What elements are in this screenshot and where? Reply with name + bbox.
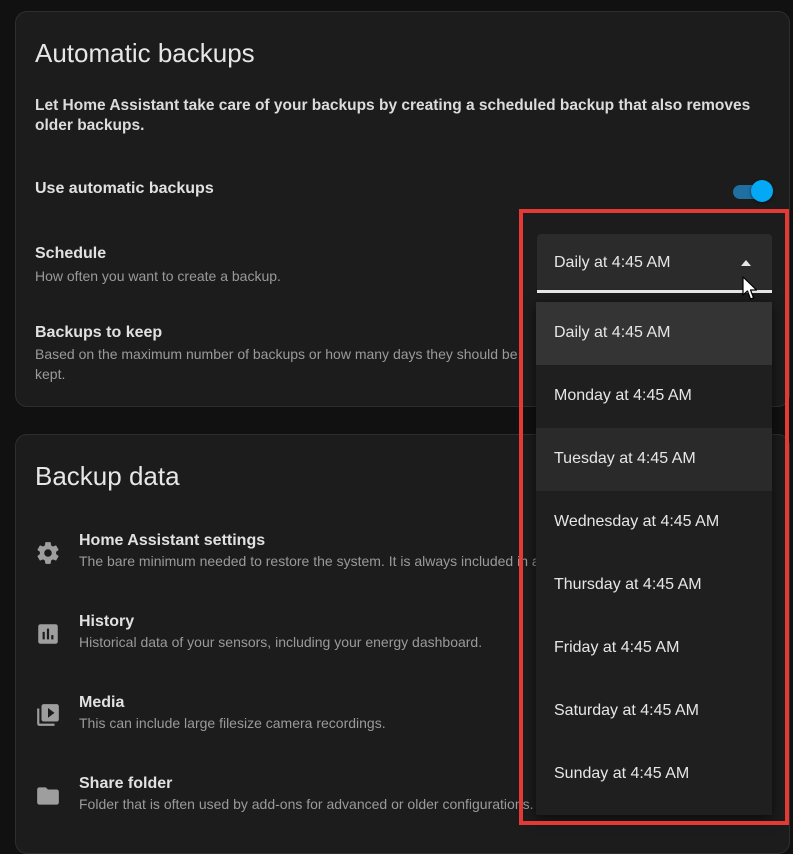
schedule-select[interactable]: Daily at 4:45 AM xyxy=(537,234,772,293)
play-box-multiple-icon xyxy=(37,704,59,726)
schedule-option-label: Saturday at 4:45 AM xyxy=(554,702,699,719)
gear-icon xyxy=(37,542,59,564)
backup-data-item-label: Share folder xyxy=(79,775,173,792)
backups-to-keep-label: Backups to keep xyxy=(35,324,163,341)
schedule-option[interactable]: Sunday at 4:45 AM xyxy=(536,743,772,806)
schedule-option-label: Thursday at 4:45 AM xyxy=(554,576,702,593)
schedule-option-label: Tuesday at 4:45 AM xyxy=(554,450,696,467)
backup-data-item-description: Folder that is often used by add-ons for… xyxy=(79,796,534,812)
automatic-backups-intro: Let Home Assistant take care of your bac… xyxy=(35,97,751,134)
schedule-dropdown-menu: Daily at 4:45 AM Monday at 4:45 AM Tuesday… xyxy=(536,302,772,815)
backup-data-item-description: Historical data of your sensors, includi… xyxy=(79,634,483,650)
backup-data-item-label: History xyxy=(79,613,135,630)
use-automatic-backups-label: Use automatic backups xyxy=(35,180,214,197)
schedule-select-value: Daily at 4:45 AM xyxy=(554,254,671,271)
backup-data-item-label: Home Assistant settings xyxy=(79,532,266,549)
schedule-option[interactable]: Monday at 4:45 AM xyxy=(536,365,772,428)
backup-data-item-description: This can include large filesize camera r… xyxy=(79,715,386,731)
backups-to-keep-description: Based on the maximum number of backups o… xyxy=(35,346,518,382)
schedule-option[interactable]: Wednesday at 4:45 AM xyxy=(536,491,772,554)
schedule-option[interactable]: Tuesday at 4:45 AM xyxy=(536,428,772,491)
backup-data-item-label: Media xyxy=(79,694,125,711)
schedule-option[interactable]: Friday at 4:45 AM xyxy=(536,617,772,680)
schedule-label: Schedule xyxy=(35,245,107,262)
schedule-option-label: Friday at 4:45 AM xyxy=(554,639,680,656)
chart-box-icon xyxy=(38,624,58,644)
schedule-description: How often you want to create a backup. xyxy=(35,268,281,284)
schedule-option[interactable]: Thursday at 4:45 AM xyxy=(536,554,772,617)
folder-icon xyxy=(37,787,59,805)
backup-data-title: Backup data xyxy=(35,461,180,491)
caret-up-icon xyxy=(741,260,751,266)
schedule-option-label: Wednesday at 4:45 AM xyxy=(554,513,720,530)
schedule-option[interactable]: Daily at 4:45 AM xyxy=(536,302,772,365)
schedule-option-label: Sunday at 4:45 AM xyxy=(554,765,690,782)
schedule-option[interactable]: Saturday at 4:45 AM xyxy=(536,680,772,743)
mouse-cursor-icon xyxy=(742,276,758,300)
schedule-option-label: Monday at 4:45 AM xyxy=(554,387,692,404)
schedule-option-label: Daily at 4:45 AM xyxy=(554,324,671,341)
backup-data-item-description: The bare minimum needed to restore the s… xyxy=(79,553,539,569)
toggle-thumb xyxy=(751,180,773,202)
automatic-backups-title: Automatic backups xyxy=(35,38,255,68)
use-automatic-backups-toggle[interactable] xyxy=(733,180,773,202)
